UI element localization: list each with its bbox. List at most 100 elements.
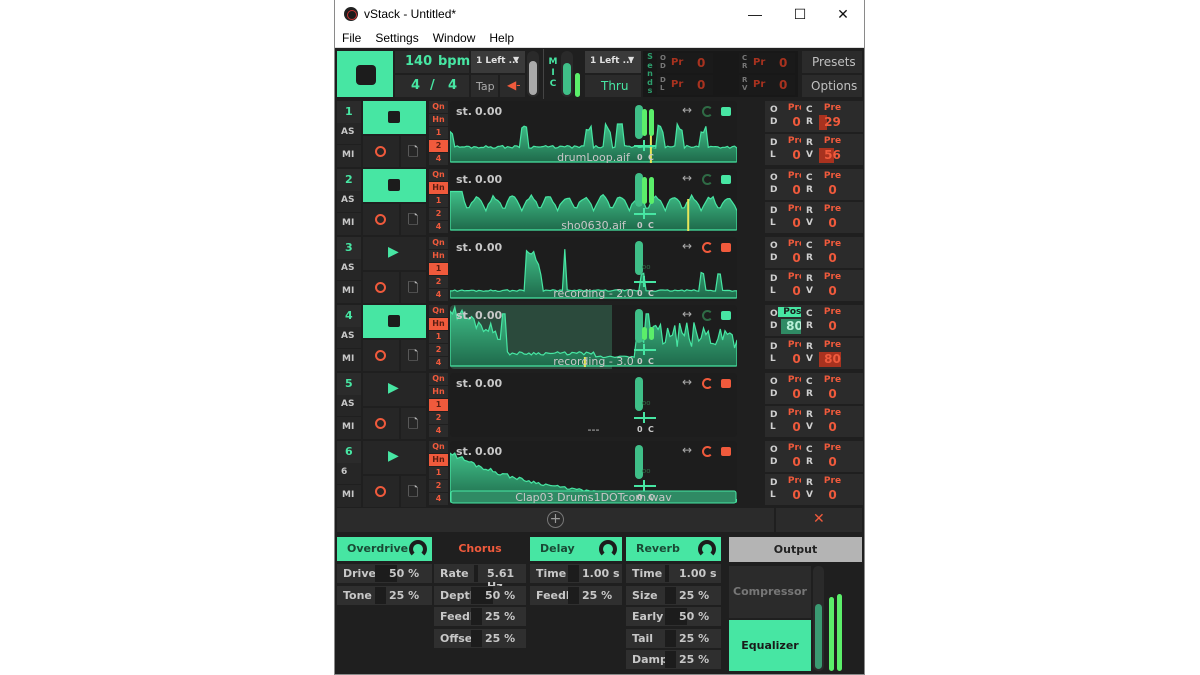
waveform-display[interactable]: st. 0.00 ↔ Clap03 Drums1DOTcom.wav	[450, 441, 737, 505]
send-cr[interactable]: C R Pre 0	[801, 237, 863, 268]
semitone-value[interactable]: 0.00	[475, 241, 502, 254]
send-cr[interactable]: C R Pre 0	[801, 169, 863, 200]
send-value[interactable]: 29	[819, 115, 846, 130]
quantize-2-button[interactable]: 2	[429, 344, 448, 356]
send-value[interactable]: 0	[819, 251, 846, 266]
stop-button[interactable]	[363, 169, 426, 202]
master-send-cr[interactable]: CR Pr 0	[739, 53, 795, 73]
semitone-value[interactable]: 0.00	[475, 105, 502, 118]
send-cr[interactable]: C R Pre 0	[801, 373, 863, 404]
quantize-hn-button[interactable]: Hn	[429, 318, 448, 330]
param-slider-fill[interactable]	[471, 629, 482, 647]
quantize-2-button[interactable]: 2	[429, 412, 448, 424]
trim-icon[interactable]: ↔	[682, 307, 692, 321]
master-send-dl[interactable]: DL Pr 0	[657, 75, 713, 95]
master-send-rv[interactable]: RV Pr 0	[739, 75, 795, 95]
global-stop-button[interactable]	[337, 51, 393, 97]
quantize-hn-button[interactable]: Hn	[429, 250, 448, 262]
unlock-icon[interactable]	[721, 379, 731, 388]
send-mode-button[interactable]: Pre	[819, 272, 846, 282]
send-rv[interactable]: R V Pre 0	[801, 270, 863, 301]
quantize-4-button[interactable]: 4	[429, 357, 448, 369]
param-slider-fill[interactable]	[471, 608, 482, 625]
quantize-hn-button[interactable]: Hn	[429, 114, 448, 126]
send-value[interactable]: 0	[819, 216, 846, 231]
chorus-toggle[interactable]: Chorus	[434, 537, 526, 561]
send-value[interactable]: 56	[819, 148, 846, 163]
send-mode-button[interactable]: Pre	[819, 239, 846, 249]
quantize-hn-button[interactable]: Hn	[429, 386, 448, 398]
master-send-od[interactable]: OD Pr 0	[657, 53, 713, 73]
pan-slider[interactable]	[634, 349, 656, 351]
auto-start-button[interactable]: AS	[337, 123, 361, 144]
output-device-select[interactable]: 1 Left ... ▼	[471, 51, 525, 73]
trim-icon[interactable]: ↔	[682, 171, 692, 185]
auto-start-button[interactable]: AS	[337, 191, 361, 212]
quantize-1-button[interactable]: 1	[429, 467, 448, 479]
send-cr[interactable]: C R Pre 0	[801, 441, 863, 472]
param-slider-fill[interactable]	[568, 565, 579, 582]
quantize-hn-button[interactable]: Hn	[429, 182, 448, 194]
param-slider-fill[interactable]	[568, 586, 579, 604]
param-damp[interactable]: Damp 25 %	[626, 650, 721, 669]
send-mode-button[interactable]: Pre	[819, 204, 846, 214]
record-button[interactable]	[363, 408, 399, 439]
trim-icon[interactable]: ↔	[682, 375, 692, 389]
stop-button[interactable]	[363, 101, 426, 134]
auto-start-button[interactable]: AS	[337, 395, 361, 416]
pan-slider[interactable]	[634, 417, 656, 419]
overdrive-toggle[interactable]: Overdrive	[337, 537, 432, 561]
send-mode-button[interactable]: Pre	[819, 307, 846, 317]
pan-handle[interactable]	[643, 412, 645, 423]
param-size[interactable]: Size 25 %	[626, 585, 721, 605]
pan-handle[interactable]	[643, 480, 645, 491]
send-mode-button[interactable]: Pre	[819, 136, 846, 146]
quantize-qn-button[interactable]: Qn	[429, 441, 448, 453]
send-cr[interactable]: C R Pre 29	[801, 101, 863, 132]
trim-icon[interactable]: ↔	[682, 443, 692, 457]
remove-track-button[interactable]: ✕	[776, 508, 862, 532]
mic-gain-slider[interactable]	[561, 51, 573, 97]
load-file-button[interactable]: 🗋	[401, 272, 426, 303]
param-time[interactable]: Time 1.00 s	[626, 564, 721, 583]
send-mode-button[interactable]: Pre	[819, 103, 846, 113]
minimize-button[interactable]: —	[733, 0, 777, 28]
quantize-2-button[interactable]: 2	[429, 480, 448, 492]
lock-icon[interactable]	[721, 311, 731, 320]
quantize-1-button[interactable]: 1	[429, 127, 448, 139]
lock-icon[interactable]	[721, 175, 731, 184]
quantize-4-button[interactable]: 4	[429, 493, 448, 505]
pan-slider[interactable]	[634, 145, 656, 147]
output-volume-slider[interactable]	[813, 566, 824, 671]
quantize-qn-button[interactable]: Qn	[429, 169, 448, 181]
loop-icon[interactable]	[702, 242, 713, 253]
menu-help[interactable]: Help	[482, 31, 521, 45]
thru-button[interactable]: Thru	[585, 75, 641, 97]
input-device-select[interactable]: 1 Left ... ▼	[585, 51, 641, 73]
quantize-4-button[interactable]: 4	[429, 221, 448, 233]
send-value[interactable]: 0	[819, 183, 846, 198]
load-file-button[interactable]: 🗋	[401, 136, 426, 167]
quantize-4-button[interactable]: 4	[429, 425, 448, 437]
trim-icon[interactable]: ↔	[682, 239, 692, 253]
send-value[interactable]: 0	[819, 387, 846, 402]
load-file-button[interactable]: 🗋	[401, 204, 426, 235]
param-slider-fill[interactable]	[474, 565, 478, 582]
semitone-value[interactable]: 0.00	[475, 173, 502, 186]
play-button[interactable]: ▶	[363, 373, 426, 406]
quantize-1-button[interactable]: 1	[429, 263, 448, 275]
play-button[interactable]: ▶	[363, 237, 426, 270]
loop-icon[interactable]	[702, 378, 713, 389]
power-knob-icon[interactable]	[698, 540, 716, 558]
param-offset[interactable]: Offset 25 %	[434, 628, 526, 648]
send-rv[interactable]: R V Pre 0	[801, 474, 863, 505]
presets-button[interactable]: Presets	[802, 51, 862, 73]
power-knob-icon[interactable]	[409, 540, 427, 558]
quantize-4-button[interactable]: 4	[429, 153, 448, 165]
semitone-value[interactable]: 0.00	[475, 445, 502, 458]
send-value[interactable]: 0	[819, 488, 846, 503]
param-slider-fill[interactable]	[665, 651, 676, 668]
midi-button[interactable]: MI	[337, 145, 361, 167]
play-button[interactable]: ▶	[363, 441, 426, 474]
pan-slider[interactable]	[634, 485, 656, 487]
